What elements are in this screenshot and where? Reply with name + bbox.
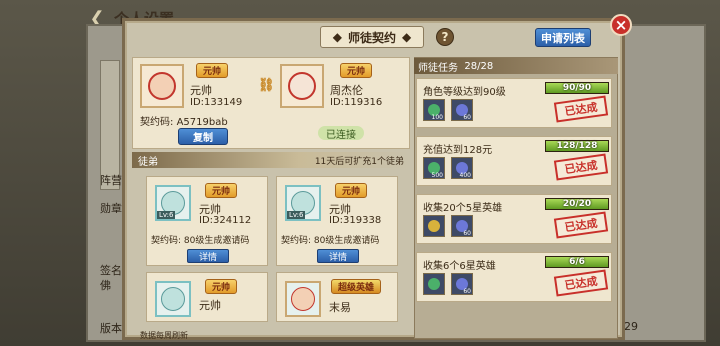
self-title-badge: 元帅 [196,63,229,78]
side-label-camp: 阵营 [100,174,122,187]
reward-item[interactable]: 100 [423,99,445,121]
version-tail: 29 [624,320,638,333]
disciple-badge: 超级英雄 [331,279,382,294]
disciple-id: ID:319338 [329,215,382,226]
disciple-code-label: 契约码: [151,236,182,246]
task-title: 收集6个6星英雄 [423,261,496,272]
refresh-note: 数据每周刷新 [140,331,188,340]
detail-button[interactable]: 详情 [187,249,229,263]
reward-item[interactable] [423,273,445,295]
self-avatar[interactable] [140,64,184,108]
reward-item[interactable]: 500 [423,157,445,179]
disciple-card[interactable]: 元帅 元帅 [146,272,268,322]
tasks-header: 师徒任务 28/28 [414,58,618,74]
task-card[interactable]: 收集6个6星英雄 6/6 已达成 60 [416,252,612,302]
task-card[interactable]: 充值达到128元 128/128 已达成 500 400 [416,136,612,186]
disciple-name: 元帅 [199,299,221,312]
tasks-count: 28/28 [464,60,494,72]
reward-icon [428,220,440,232]
disciple-code-value: 80级生成邀请码 [313,236,380,246]
reward-quantity: 100 [431,114,443,121]
disciple-avatar [155,281,191,317]
disciple-code: 契约码: 80级生成邀请码 [151,233,249,246]
disciple-avatar [285,281,321,317]
side-card [100,60,120,190]
reward-item[interactable]: 400 [451,157,473,179]
task-progress-bar: 128/128 [545,140,609,152]
task-progress-bar: 20/20 [545,198,609,210]
tasks-title: 师徒任务 [418,62,458,74]
task-progress-text: 20/20 [562,199,592,209]
disciple-card[interactable]: 超级英雄 末易 [276,272,398,322]
chain-link-icon: ⛓ [258,78,275,93]
code-value: A5719bab [176,117,228,128]
task-status-stamp: 已达成 [553,153,609,181]
task-progress-text: 6/6 [569,257,585,267]
self-name: 元帅 [190,84,212,97]
task-title: 角色等级达到90级 [423,87,506,98]
dragon-pet-icon [161,287,185,311]
self-id: ID:133149 [190,97,243,108]
diamond-icon: ◆ [402,30,412,44]
side-label-fo: 佛 [100,279,111,292]
disciple-code-label: 契约码: [281,236,312,246]
task-progress-text: 90/90 [562,83,592,93]
reward-icon [428,278,440,290]
disciple-code-value: 80级生成邀请码 [183,236,250,246]
help-button[interactable]: ? [436,28,454,46]
task-title: 收集20个5星英雄 [423,203,503,214]
partner-id: ID:119316 [330,97,383,108]
disciple-card[interactable]: Lv:6 元帅 元帅 ID:324112 契约码: 80级生成邀请码 详情 [146,176,268,266]
disciple-badge: 元帅 [205,279,238,294]
task-card[interactable]: 角色等级达到90级 90/90 已达成 100 60 [416,78,612,128]
code-label: 契约码: [140,117,174,128]
disciple-code: 契约码: 80级生成邀请码 [281,233,379,246]
disciple-level: Lv:6 [287,211,306,219]
version-label: 版本 [100,322,122,335]
disciple-badge: 元帅 [335,183,368,198]
reward-item[interactable] [423,215,445,237]
dialog-title: ◆ 师徒契约 ◆ [320,26,424,48]
task-status-stamp: 已达成 [553,95,609,123]
disciple-name: 末易 [329,301,351,314]
close-button[interactable]: × [610,14,632,36]
reward-quantity: 400 [459,172,471,179]
task-status-stamp: 已达成 [553,269,609,297]
side-label-signature: 签名 [100,264,122,277]
task-card[interactable]: 收集20个5星英雄 20/20 已达成 60 [416,194,612,244]
reward-quantity: 500 [431,172,443,179]
disciple-badge: 元帅 [205,183,238,198]
avatar-face-icon [291,287,315,311]
diamond-icon: ◆ [332,30,342,44]
contract-code: 契约码: A5719bab [140,113,228,128]
disciple-card[interactable]: Lv:6 元帅 元帅 ID:319338 契约码: 80级生成邀请码 详情 [276,176,398,266]
avatar-face-icon [148,72,176,100]
reward-item[interactable]: 60 [451,99,473,121]
reward-quantity: 60 [463,288,471,295]
disciples-header: 徒弟 11天后可扩充1个徒弟 [132,152,410,168]
reward-quantity: 60 [463,114,471,121]
reward-quantity: 60 [463,230,471,237]
disciple-id: ID:324112 [199,215,252,226]
partner-avatar[interactable] [280,64,324,108]
task-progress-text: 128/128 [556,141,598,151]
connected-status: 已连接 [318,126,364,141]
disciples-title: 徒弟 [138,156,158,168]
dialog-title-text: 师徒契约 [347,30,396,45]
side-label-medal: 勋章 [100,202,122,215]
partner-name: 周杰伦 [330,84,363,97]
disciple-level: Lv:6 [157,211,176,219]
disciples-note: 11天后可扩充1个徒弟 [314,156,404,167]
task-progress-bar: 90/90 [545,82,609,94]
reward-item[interactable]: 60 [451,215,473,237]
reward-item[interactable]: 60 [451,273,473,295]
copy-button[interactable]: 复制 [178,128,228,145]
avatar-face-icon [288,72,316,100]
task-title: 充值达到128元 [423,145,493,156]
detail-button[interactable]: 详情 [317,249,359,263]
partner-title-badge: 元帅 [340,63,373,78]
task-status-stamp: 已达成 [553,211,609,239]
apply-list-button[interactable]: 申请列表 [535,28,591,47]
task-progress-bar: 6/6 [545,256,609,268]
